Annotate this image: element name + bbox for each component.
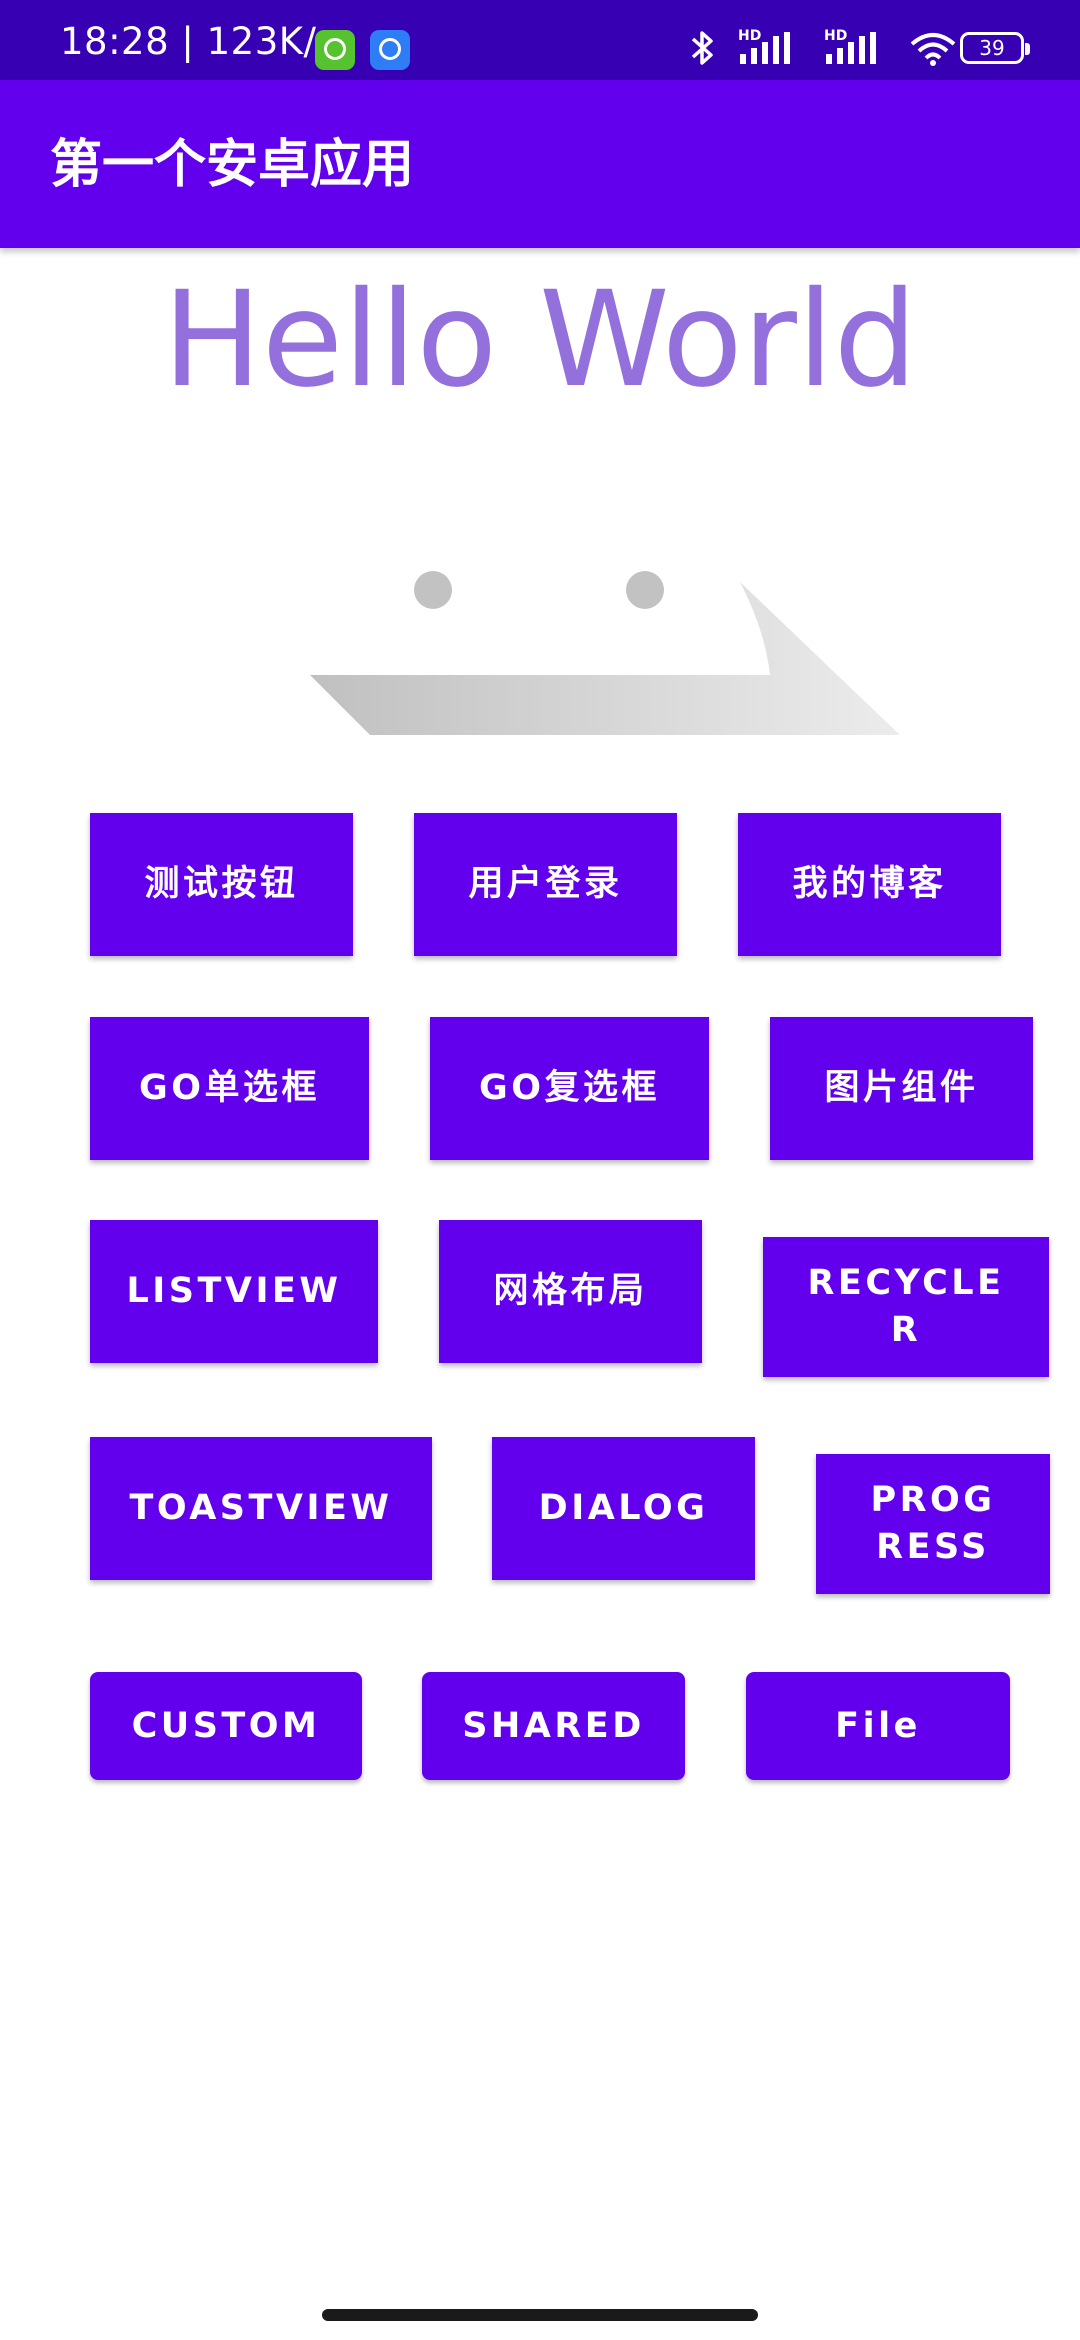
app-toolbar: 第一个安卓应用 xyxy=(0,80,1080,248)
toastview-button[interactable]: TOASTVIEW xyxy=(90,1437,432,1580)
hello-world-text: Hello World xyxy=(162,263,918,417)
bluetooth-icon xyxy=(691,31,713,65)
my-blog-button[interactable]: 我的博客 xyxy=(738,813,1001,956)
go-checkbox-button[interactable]: GO复选框 xyxy=(430,1017,709,1160)
custom-button[interactable]: CUSTOM xyxy=(90,1672,362,1780)
user-login-button[interactable]: 用户登录 xyxy=(414,813,677,956)
app-notification-icon xyxy=(315,30,355,70)
android-illustration xyxy=(310,571,900,735)
listview-button[interactable]: LISTVIEW xyxy=(90,1220,378,1363)
grid-layout-button[interactable]: 网格布局 xyxy=(439,1220,702,1363)
image-component-button[interactable]: 图片组件 xyxy=(770,1017,1033,1160)
signal-icon-2 xyxy=(826,32,876,64)
go-radio-button[interactable]: GO单选框 xyxy=(90,1017,369,1160)
wifi-icon xyxy=(910,33,956,66)
shared-button[interactable]: SHARED xyxy=(422,1672,685,1780)
recycler-button[interactable]: RECYCLER xyxy=(763,1237,1049,1377)
app-notification-icon-2 xyxy=(370,30,410,70)
status-bar: 18:28 | 123K/s HD HD 39 xyxy=(0,0,1080,80)
home-indicator[interactable] xyxy=(322,2309,758,2321)
test-button[interactable]: 测试按钮 xyxy=(90,813,353,956)
dialog-button[interactable]: DIALOG xyxy=(492,1437,755,1580)
app-title: 第一个安卓应用 xyxy=(50,135,415,195)
file-button[interactable]: File xyxy=(746,1672,1010,1780)
status-icons: HD HD 39 xyxy=(660,0,1080,80)
status-time-speed: 18:28 | 123K/s xyxy=(60,20,337,63)
progress-button[interactable]: PROGRESS xyxy=(816,1454,1050,1594)
signal-icon xyxy=(740,32,790,64)
battery-icon: 39 xyxy=(960,32,1030,64)
